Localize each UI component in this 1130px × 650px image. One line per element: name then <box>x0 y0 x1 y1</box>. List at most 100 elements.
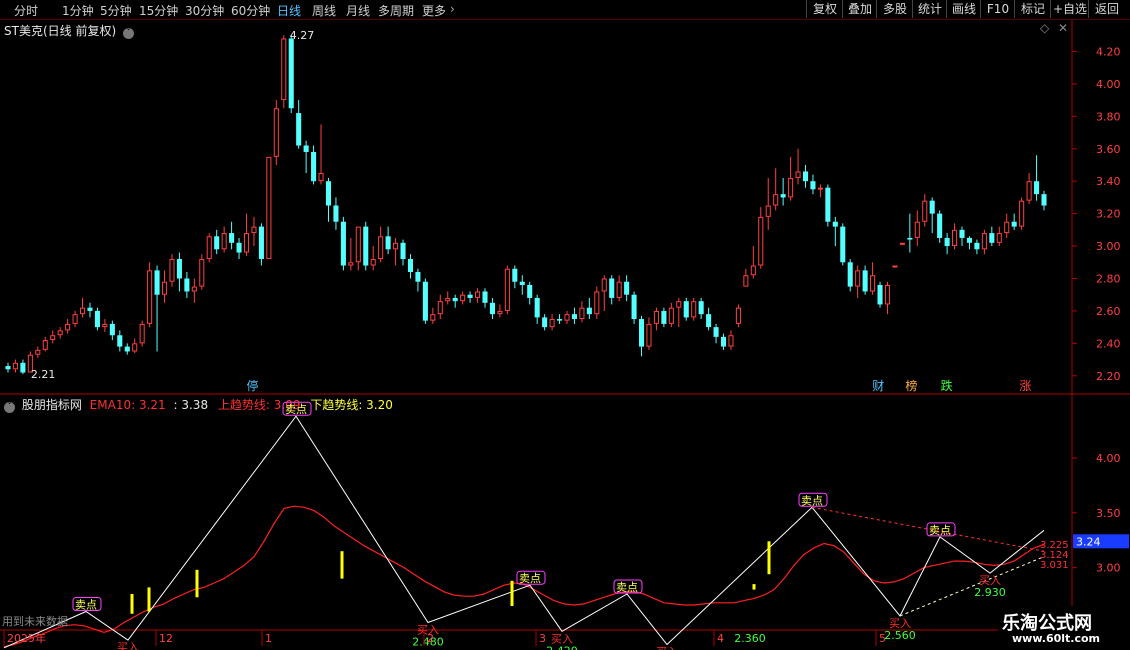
candle-body <box>594 291 600 315</box>
candle-body <box>549 319 555 328</box>
candle-body <box>400 242 406 260</box>
time-tick-label: 2025年 <box>7 631 46 645</box>
candle-body <box>12 362 18 370</box>
time-tick-label: 2 <box>427 632 434 645</box>
candle-body <box>102 323 108 328</box>
sell-point-label: 卖点 <box>616 581 638 594</box>
candle-body <box>877 284 883 305</box>
candle-body <box>691 301 697 318</box>
candle-body <box>631 294 637 320</box>
candle-body <box>1011 221 1017 227</box>
candle-body <box>683 301 689 318</box>
event-marker: 榜 <box>905 378 917 393</box>
candle-body <box>415 272 421 282</box>
candle-body <box>571 314 577 320</box>
candle-body <box>870 275 876 292</box>
sub-y-tick-label: 3.50 <box>1096 507 1121 520</box>
candle-body <box>638 319 645 347</box>
candle-body <box>892 265 898 268</box>
candle-body <box>899 242 905 245</box>
event-marker: 停 <box>246 378 258 393</box>
signal-bar <box>147 587 151 612</box>
time-tick-label: 5 <box>879 632 886 645</box>
candle-body <box>981 233 987 250</box>
candle-body <box>832 221 838 227</box>
candle-body <box>825 187 831 222</box>
candle-body <box>519 281 525 285</box>
candle-body <box>407 259 414 272</box>
y-tick-label: 2.60 <box>1096 305 1121 318</box>
candle-body <box>527 284 533 298</box>
candle-body <box>288 38 294 109</box>
y-tick-label: 2.40 <box>1096 337 1121 350</box>
y-tick-label: 3.60 <box>1096 143 1121 156</box>
buy-value-label: 2.560 <box>884 629 916 642</box>
candle-body <box>109 323 115 336</box>
sell-point-label: 卖点 <box>801 494 823 507</box>
signal-bar <box>340 551 344 579</box>
candle-body <box>668 307 674 324</box>
sub-y-tick-label: 3.00 <box>1096 562 1121 575</box>
candle-body <box>773 194 779 206</box>
candle-body <box>788 177 794 198</box>
candle-body <box>229 233 235 243</box>
candle-body <box>139 323 145 344</box>
candle-body <box>609 278 615 298</box>
candle-body <box>743 275 749 287</box>
down-trend-line <box>811 506 1045 552</box>
sell-point-label: 卖点 <box>929 524 951 537</box>
candle-body <box>713 327 719 337</box>
candle-body <box>758 216 764 266</box>
candle-body <box>922 200 928 222</box>
candle-body <box>258 226 264 260</box>
signal-bar <box>752 584 756 590</box>
candle-body <box>765 205 771 217</box>
candle-body <box>132 343 138 352</box>
candle-body <box>147 270 153 324</box>
candle-body <box>191 286 197 292</box>
candle-body <box>340 221 346 266</box>
candle-body <box>624 281 630 295</box>
candle-body <box>124 346 130 352</box>
candle-body <box>333 205 339 222</box>
candle-body <box>937 213 943 238</box>
future-data-note: 用到未来数据 <box>2 614 68 628</box>
candle-body <box>5 366 11 370</box>
candle-body <box>65 323 71 331</box>
candle-body <box>437 301 443 315</box>
candle-body <box>296 113 302 146</box>
candle-body <box>952 229 958 247</box>
candle-body <box>802 171 809 182</box>
y-tick-label: 2.80 <box>1096 272 1121 285</box>
candle-body <box>1004 221 1010 234</box>
candle-body <box>482 291 488 303</box>
candle-body <box>795 171 801 178</box>
event-marker: 财 <box>872 379 884 393</box>
candle-body <box>378 236 384 260</box>
candle-body <box>966 237 973 243</box>
candle-body <box>430 314 436 321</box>
current-value-label: 3.24 <box>1076 535 1101 548</box>
candle-body <box>989 233 995 243</box>
candle-body <box>862 270 868 292</box>
time-tick-label: 1 <box>265 632 272 645</box>
candle-body <box>318 173 324 182</box>
sell-point-label: 卖点 <box>285 403 307 416</box>
buy-value-label: 2.930 <box>974 586 1006 599</box>
candle-body <box>1026 181 1032 201</box>
watermark-url: www.60lt.com <box>1012 632 1101 645</box>
candle-body <box>35 349 41 355</box>
candle-body <box>564 314 570 321</box>
candle-body <box>907 237 913 240</box>
candle-body <box>750 265 756 276</box>
candle-body <box>557 319 563 321</box>
candle-body <box>475 291 481 298</box>
candle-body <box>303 145 309 152</box>
candle-body <box>698 301 704 315</box>
candle-body <box>57 330 63 336</box>
candle-body <box>385 236 391 250</box>
zigzag-line <box>3 415 1045 649</box>
watermark: 乐淘公式网 www.60lt.com <box>998 606 1130 650</box>
event-marker: 跌 <box>941 378 953 393</box>
candle-body <box>311 152 317 182</box>
